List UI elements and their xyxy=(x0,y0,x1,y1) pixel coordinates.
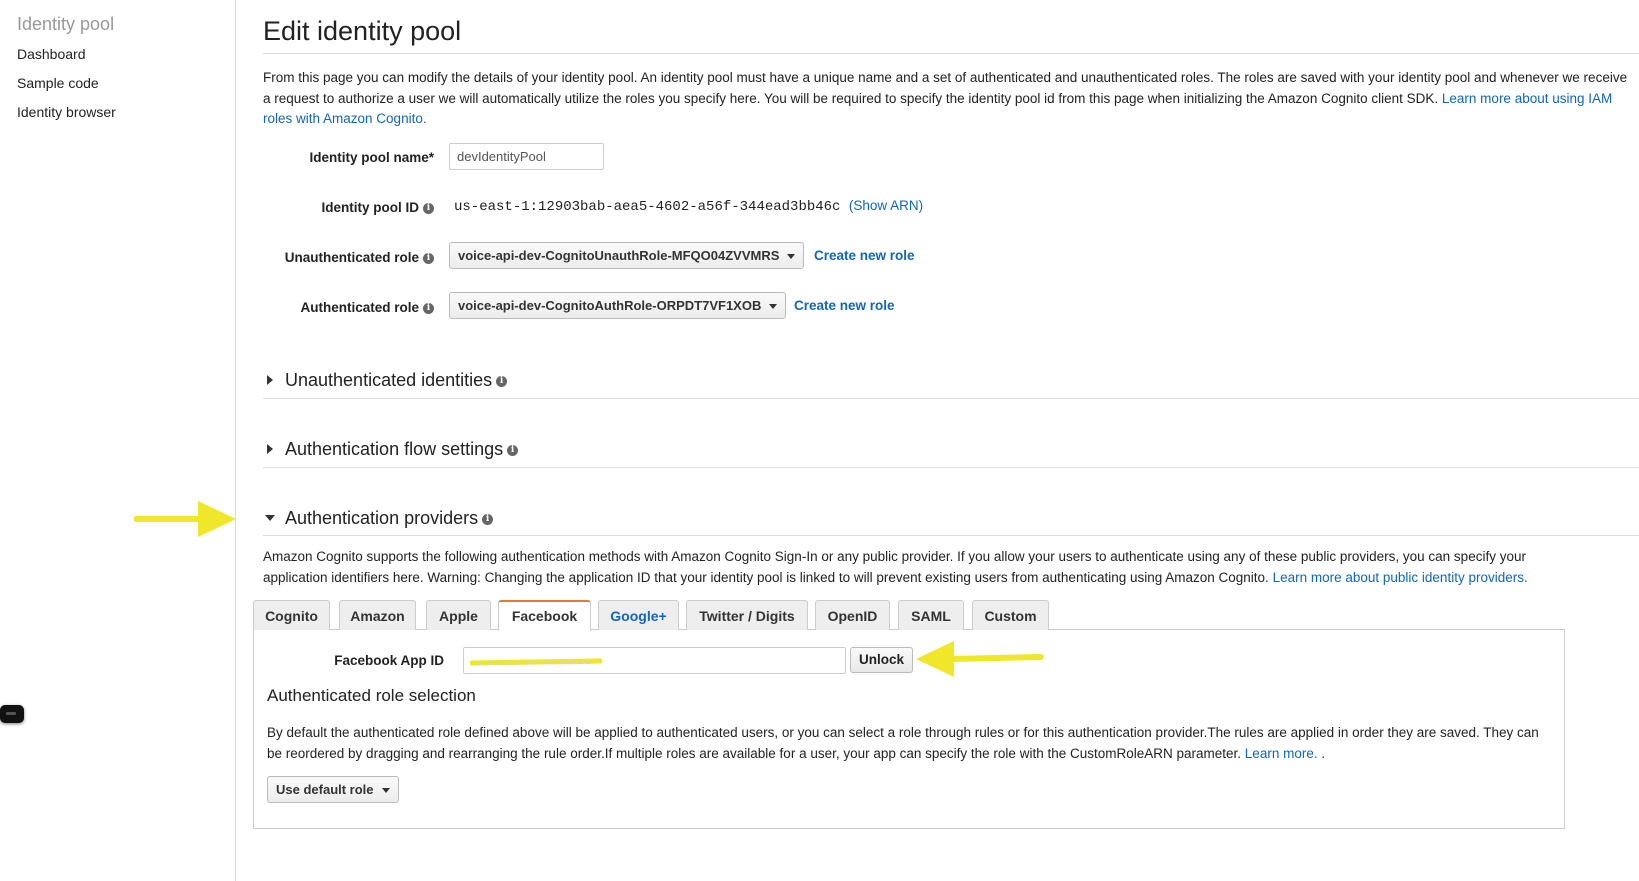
tab-apple[interactable]: Apple xyxy=(426,600,491,630)
tab-openid[interactable]: OpenID xyxy=(815,600,890,630)
unauth-role-select[interactable]: voice-api-dev-CognitoUnauthRole-MFQO04ZV… xyxy=(449,242,805,269)
pool-name-label: Identity pool name* xyxy=(309,150,434,165)
pool-id-text: us-east-1:12903bab-aea5-4602-a56f-344ead… xyxy=(454,199,841,215)
sidebar-item-identity-browser[interactable]: Identity browser xyxy=(17,104,116,120)
auth-flow-title: Authentication flow settings xyxy=(285,439,504,459)
sidebar-item-sample-code[interactable]: Sample code xyxy=(17,75,99,91)
intro-body: From this page you can modify the detail… xyxy=(263,70,1628,106)
unlock-button[interactable]: Unlock xyxy=(850,647,914,673)
role-learn-more-link[interactable]: Learn more. xyxy=(1245,746,1318,761)
unauth-role-label-text: Unauthenticated role xyxy=(284,250,419,265)
facebook-app-id-label: Facebook App ID xyxy=(334,653,444,668)
unauth-identities-title: Unauthenticated identities xyxy=(285,370,493,390)
info-icon[interactable]: i xyxy=(423,302,434,314)
show-arn-link[interactable]: (Show ARN) xyxy=(849,198,923,213)
role-mode-select[interactable]: Use default role xyxy=(267,776,399,803)
caret-down-icon xyxy=(769,304,778,310)
role-selection-title: Authenticated role selection xyxy=(267,686,476,705)
sidebar-title: Identity pool xyxy=(17,14,115,34)
sidebar-item-dashboard[interactable]: Dashboard xyxy=(17,46,86,62)
create-unauth-role-link[interactable]: Create new role xyxy=(814,248,915,263)
unauth-role-label: Unauthenticated role i xyxy=(234,250,434,265)
pool-name-input[interactable]: devIdentityPool xyxy=(449,143,604,170)
caret-down-icon xyxy=(787,254,796,260)
auth-role-select[interactable]: voice-api-dev-CognitoAuthRole-ORPDT7VF1X… xyxy=(449,292,787,319)
pool-id-label: Identity pool ID i xyxy=(234,200,434,215)
unauth-identities-toggle[interactable]: Unauthenticated identities i xyxy=(263,370,508,394)
info-icon[interactable]: i xyxy=(496,375,508,387)
providers-description: Amazon Cognito supports the following au… xyxy=(263,547,1563,588)
auth-role-label-text: Authenticated role xyxy=(300,300,419,315)
expand-triangle-icon xyxy=(267,375,273,386)
auth-role-selected: voice-api-dev-CognitoAuthRole-ORPDT7VF1X… xyxy=(458,298,762,313)
sidebar: Identity pool Dashboard Sample code Iden… xyxy=(0,0,236,881)
role-learn-more-suffix: . xyxy=(1317,745,1326,761)
role-selection-body: By default the authenticated role define… xyxy=(267,725,1539,761)
redacted-scribble xyxy=(470,658,603,666)
create-auth-role-link[interactable]: Create new role xyxy=(794,298,895,313)
auth-providers-toggle[interactable]: Authentication providers i xyxy=(263,508,494,532)
public-providers-learn-more-link[interactable]: Learn more about public identity provide… xyxy=(1273,570,1528,585)
keyboard-icon[interactable] xyxy=(0,705,24,723)
role-mode-selected: Use default role xyxy=(276,782,374,797)
section-divider xyxy=(263,467,1639,468)
section-divider xyxy=(263,398,1639,399)
page-title: Edit identity pool xyxy=(263,16,462,46)
auth-providers-title: Authentication providers xyxy=(285,508,479,528)
section-divider xyxy=(263,535,1639,536)
provider-tab-panel: Facebook App ID Unlock Authenticated rol… xyxy=(253,629,1565,829)
auth-flow-toggle[interactable]: Authentication flow settings i xyxy=(263,439,519,463)
auth-role-label: Authenticated role i xyxy=(234,300,434,315)
expand-triangle-icon xyxy=(267,444,273,455)
info-icon[interactable]: i xyxy=(507,444,519,456)
annotation-arrow-right xyxy=(134,501,236,537)
collapse-triangle-icon xyxy=(265,515,275,522)
facebook-app-id-input[interactable] xyxy=(463,647,846,674)
tab-twitter-digits[interactable]: Twitter / Digits xyxy=(686,600,808,630)
info-icon[interactable]: i xyxy=(423,202,434,214)
info-icon[interactable]: i xyxy=(482,513,494,525)
tab-cognito[interactable]: Cognito xyxy=(253,600,330,630)
main-content: Edit identity pool From this page you ca… xyxy=(253,0,1639,881)
pool-id-label-text: Identity pool ID xyxy=(321,200,420,215)
tab-facebook[interactable]: Facebook xyxy=(498,600,591,631)
info-icon[interactable]: i xyxy=(423,252,434,264)
role-selection-text: By default the authenticated role define… xyxy=(267,723,1547,764)
tab-google[interactable]: Google+ xyxy=(598,600,679,630)
tab-saml[interactable]: SAML xyxy=(898,600,964,630)
unauth-role-selected: voice-api-dev-CognitoUnauthRole-MFQO04ZV… xyxy=(458,248,780,263)
annotation-arrow-left xyxy=(916,641,1044,677)
caret-down-icon xyxy=(381,788,390,794)
pool-id-value: us-east-1:12903bab-aea5-4602-a56f-344ead… xyxy=(454,198,923,215)
tab-amazon[interactable]: Amazon xyxy=(339,600,416,630)
tab-custom[interactable]: Custom xyxy=(972,600,1049,630)
title-divider xyxy=(263,53,1639,54)
intro-text: From this page you can modify the detail… xyxy=(263,68,1635,130)
